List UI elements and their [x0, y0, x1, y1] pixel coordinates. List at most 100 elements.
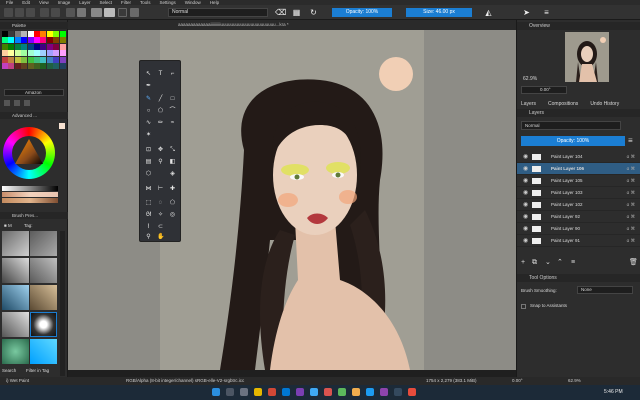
app-icon[interactable]: [296, 388, 304, 396]
select-shapes-icon[interactable]: ↖: [145, 71, 152, 78]
polygon-tool-icon[interactable]: ⬠: [157, 108, 164, 115]
palette-swatch[interactable]: [40, 31, 47, 37]
layer-row[interactable]: ◉ Paint Layer 91 α ⌘: [517, 235, 640, 247]
palette-swatch[interactable]: [40, 50, 47, 57]
layer-row-selected[interactable]: ◉ Paint Layer 106 α ⌘: [517, 163, 640, 175]
palette-swatch[interactable]: [59, 56, 66, 63]
rect-select-icon[interactable]: ⬚: [145, 200, 152, 207]
eye-icon[interactable]: ◉: [523, 199, 528, 211]
assistant-tool-icon[interactable]: ⋈: [145, 186, 152, 193]
dynamic-brush-icon[interactable]: ≈: [169, 120, 176, 127]
app-icon[interactable]: [408, 388, 416, 396]
task-view-icon[interactable]: [240, 388, 248, 396]
color-triangle[interactable]: [12, 136, 46, 170]
layer-flags-icon[interactable]: α ⌘: [627, 187, 635, 199]
bezier-tool-icon[interactable]: ∿: [145, 120, 152, 127]
size-slider[interactable]: Size: 46.00 px: [406, 8, 472, 17]
app-icon[interactable]: [394, 388, 402, 396]
new-document-icon[interactable]: [4, 8, 13, 17]
eye-icon[interactable]: ◉: [523, 211, 528, 223]
palette-swatch[interactable]: [27, 62, 34, 69]
palette-swatch[interactable]: [46, 37, 53, 44]
layer-row[interactable]: ◉ Paint Layer 103 α ⌘: [517, 187, 640, 199]
snap-to-assistants-checkbox[interactable]: [521, 304, 526, 309]
palette-swatch[interactable]: [2, 37, 8, 44]
color-picker-icon[interactable]: ⚲: [157, 159, 164, 166]
palette-swatch[interactable]: [46, 62, 53, 69]
brush-preset-item[interactable]: [2, 312, 29, 337]
brush-preset-item[interactable]: [2, 231, 29, 256]
wrap-around-icon[interactable]: ➤: [522, 8, 531, 17]
palette-swatch[interactable]: [59, 31, 66, 37]
app-icon[interactable]: [324, 388, 332, 396]
palette-swatch[interactable]: [53, 50, 60, 57]
palette-swatch[interactable]: [33, 37, 40, 44]
palette-swatch[interactable]: [21, 37, 28, 44]
polygon-select-icon[interactable]: ⬠: [169, 200, 176, 207]
palette-swatch[interactable]: [8, 56, 15, 63]
transform-tool-icon[interactable]: ⤡: [169, 147, 176, 154]
palette-swatch[interactable]: [27, 50, 34, 57]
palette-swatch[interactable]: [53, 43, 60, 50]
file-explorer-icon[interactable]: [254, 388, 262, 396]
palette-swatch[interactable]: [21, 62, 28, 69]
similar-select-icon[interactable]: ◎: [169, 212, 176, 219]
palette-swatch[interactable]: [59, 37, 66, 44]
eye-icon[interactable]: ◉: [523, 175, 528, 187]
palette-swatch[interactable]: [14, 62, 21, 69]
brush-smoothing-select[interactable]: None: [577, 286, 633, 294]
palette-swatch[interactable]: [53, 56, 60, 63]
brush-preset-item[interactable]: [30, 339, 57, 364]
eye-icon[interactable]: ◉: [523, 187, 528, 199]
app-icon[interactable]: [338, 388, 346, 396]
gradient-tool-icon[interactable]: ▤: [145, 159, 152, 166]
layer-opacity-slider[interactable]: Opacity: 100%: [521, 136, 625, 146]
eye-icon[interactable]: ◉: [523, 235, 528, 247]
palette-swatch[interactable]: [33, 31, 40, 37]
palette-swatch[interactable]: [33, 56, 40, 63]
brush-preset-item-selected[interactable]: [30, 312, 57, 337]
overview-thumbnail[interactable]: [565, 32, 609, 82]
canvas-area[interactable]: [68, 30, 516, 370]
palette-swatch[interactable]: [27, 37, 34, 44]
opacity-slider[interactable]: Opacity: 100%: [332, 8, 392, 17]
contiguous-select-icon[interactable]: ✧: [157, 212, 164, 219]
blend-mode-select[interactable]: Normal: [168, 8, 268, 17]
palette-swatch[interactable]: [33, 62, 40, 69]
eye-icon[interactable]: ◉: [523, 163, 528, 175]
search-icon[interactable]: [226, 388, 234, 396]
bezier-select-icon[interactable]: ⌇: [145, 224, 152, 231]
measure-tool-icon[interactable]: ⊢: [157, 186, 164, 193]
duplicate-layer-icon[interactable]: ⧉: [532, 258, 537, 268]
layer-blend-mode-select[interactable]: Normal: [521, 121, 621, 130]
chrome-icon[interactable]: [268, 388, 276, 396]
layer-flags-icon[interactable]: α ⌘: [627, 211, 635, 223]
layer-row[interactable]: ◉ Paint Layer 92 α ⌘: [517, 211, 640, 223]
layer-row[interactable]: ◉ Paint Layer 102 α ⌘: [517, 199, 640, 211]
tab-compositions[interactable]: Compositions: [548, 100, 578, 108]
palette-swatch[interactable]: [40, 56, 47, 63]
palette-swatch[interactable]: [21, 43, 28, 50]
brush-preset-item[interactable]: [30, 285, 57, 310]
palette-name-select[interactable]: Amazon: [4, 89, 64, 96]
palette-swatch[interactable]: [59, 50, 66, 57]
line-tool-icon[interactable]: ╱: [157, 96, 164, 103]
crop-tool-icon[interactable]: ⊡: [145, 147, 152, 154]
palette-swatch[interactable]: [14, 37, 21, 44]
layer-flags-icon[interactable]: α ⌘: [627, 151, 635, 163]
app-icon[interactable]: [352, 388, 360, 396]
eye-icon[interactable]: ◉: [523, 223, 528, 235]
brush-preset-item[interactable]: [2, 258, 29, 283]
palette-swatch[interactable]: [46, 43, 53, 50]
brush-preset-item[interactable]: [30, 231, 57, 256]
eye-icon[interactable]: ◉: [523, 151, 528, 163]
brush-preset-item[interactable]: [2, 339, 29, 364]
brush-editor-icon[interactable]: [130, 8, 139, 17]
palette-swatch[interactable]: [21, 56, 28, 63]
palette-swatch[interactable]: [53, 31, 60, 37]
edit-shapes-icon[interactable]: ⌐: [169, 71, 176, 78]
remove-swatch-icon[interactable]: [14, 100, 20, 106]
palette-swatch[interactable]: [53, 37, 60, 44]
ellipse-select-icon[interactable]: ◌: [157, 200, 164, 207]
move-down-icon[interactable]: ⌄: [545, 258, 551, 268]
